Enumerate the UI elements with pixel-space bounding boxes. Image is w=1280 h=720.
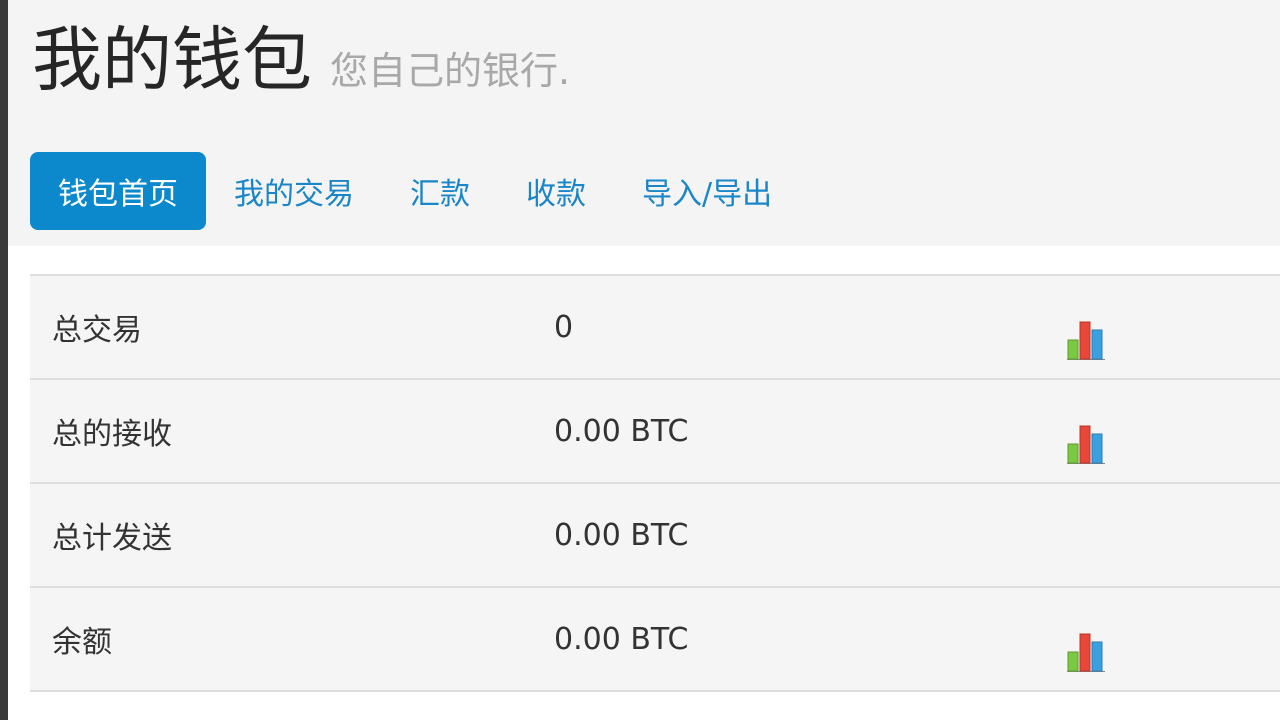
stat-value-total-received: 0.00 BTC: [554, 413, 689, 449]
stat-label-balance: 余额: [52, 625, 112, 660]
stat-label-total-transactions: 总交易: [52, 313, 142, 348]
wallet-stats-table: 总交易 0 总的接收 0.00 BTC 总计发送 0.00 BTC 余额 0.0…: [30, 274, 1280, 692]
nav-item-import-export[interactable]: 导入/导出: [614, 152, 800, 230]
title-row: 我的钱包 您自己的银行.: [32, 18, 570, 113]
window-left-edge: [0, 0, 8, 720]
stat-value-total-transactions: 0: [554, 309, 574, 345]
nav-item-wallet-home[interactable]: 钱包首页: [30, 152, 206, 230]
nav-item-my-transactions[interactable]: 我的交易: [206, 152, 382, 230]
stat-value-balance: 0.00 BTC: [554, 621, 689, 657]
bar-chart-icon[interactable]: [1066, 424, 1106, 464]
stat-label-total-sent: 总计发送: [52, 521, 172, 556]
table-row: 总计发送 0.00 BTC: [30, 484, 1280, 588]
stat-label-total-received: 总的接收: [52, 417, 172, 452]
wallet-nav: 钱包首页 我的交易 汇款 收款 导入/导出: [30, 152, 800, 230]
table-row: 总的接收 0.00 BTC: [30, 380, 1280, 484]
page-title: 我的钱包: [32, 19, 312, 101]
stat-value-total-sent: 0.00 BTC: [554, 517, 689, 553]
wallet-header: 我的钱包 您自己的银行. 钱包首页 我的交易 汇款 收款 导入/导出: [8, 0, 1280, 246]
table-row: 总交易 0: [30, 276, 1280, 380]
table-row: 余额 0.00 BTC: [30, 588, 1280, 692]
nav-item-receive[interactable]: 收款: [498, 152, 614, 230]
page-subtitle: 您自己的银行.: [330, 49, 571, 93]
bar-chart-icon[interactable]: [1066, 320, 1106, 360]
bar-chart-icon[interactable]: [1066, 632, 1106, 672]
nav-item-send[interactable]: 汇款: [382, 152, 498, 230]
